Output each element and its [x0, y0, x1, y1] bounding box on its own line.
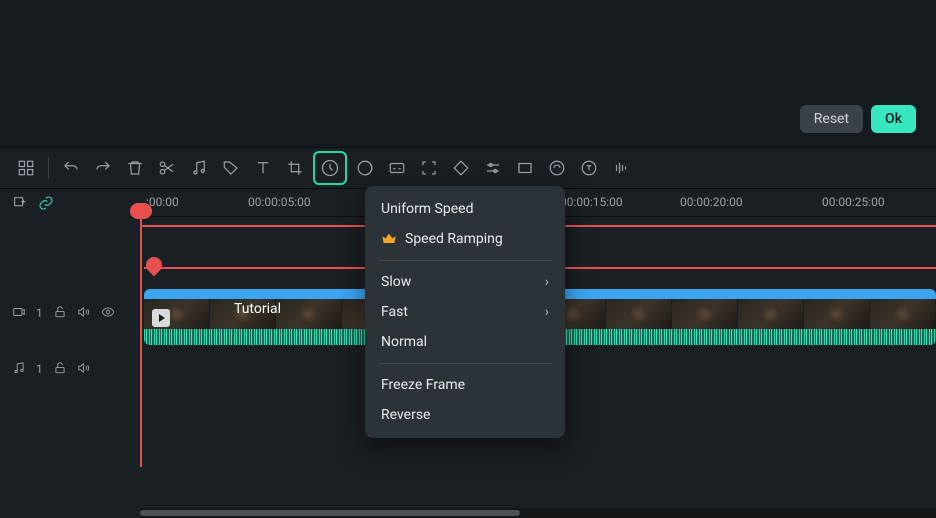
menu-normal[interactable]: Normal [365, 327, 565, 357]
reset-button[interactable]: Reset [800, 105, 863, 133]
speed-icon[interactable] [313, 151, 347, 185]
lock-icon[interactable] [53, 305, 67, 322]
menu-uniform-speed[interactable]: Uniform Speed [365, 194, 565, 224]
text-icon[interactable] [249, 154, 277, 182]
crop-icon[interactable] [281, 154, 309, 182]
menu-slow[interactable]: Slow› [365, 267, 565, 297]
track-headers: 1 1 [0, 189, 140, 518]
chevron-right-icon: › [545, 274, 549, 290]
chevron-right-icon: › [545, 304, 549, 320]
add-track-icon[interactable] [12, 195, 28, 215]
audio-fx-icon[interactable] [607, 154, 635, 182]
cut-icon[interactable] [153, 154, 181, 182]
frame-icon[interactable] [511, 154, 539, 182]
undo-icon[interactable] [57, 154, 85, 182]
link-icon[interactable] [38, 195, 54, 215]
redo-icon[interactable] [89, 154, 117, 182]
music-icon[interactable] [185, 154, 213, 182]
menu-separator [379, 363, 551, 364]
video-track-header: 1 [0, 287, 140, 339]
lock-icon[interactable] [53, 361, 67, 378]
timeline-toolbar [0, 147, 936, 189]
video-track-index: 1 [36, 306, 43, 320]
menu-separator [379, 260, 551, 261]
ok-button[interactable]: Ok [871, 105, 916, 133]
adjust-icon[interactable] [479, 154, 507, 182]
audio-track-header: 1 [0, 349, 140, 389]
mute-icon[interactable] [77, 361, 91, 378]
separator [48, 157, 49, 179]
color-icon[interactable] [351, 154, 379, 182]
audio-track-icon [12, 361, 26, 378]
keyframe-icon[interactable] [447, 154, 475, 182]
crown-icon [381, 231, 397, 247]
menu-reverse[interactable]: Reverse [365, 400, 565, 430]
clip-play-handle[interactable] [152, 309, 170, 327]
mute-icon[interactable] [77, 305, 91, 322]
text-circle-icon[interactable] [575, 154, 603, 182]
menu-freeze-frame[interactable]: Freeze Frame [365, 370, 565, 400]
ruler-mark: 00:00:20:00 [680, 195, 743, 209]
visibility-icon[interactable] [101, 305, 115, 322]
speed-context-menu: Uniform Speed Speed Ramping Slow› Fast› … [365, 186, 565, 438]
focus-icon[interactable] [415, 154, 443, 182]
ruler-mark: 00:00:05:00 [248, 195, 311, 209]
scrollbar-thumb[interactable] [140, 510, 520, 516]
video-track-icon [12, 305, 26, 322]
clip-label: Tutorial [234, 301, 281, 317]
tag-icon[interactable] [217, 154, 245, 182]
delete-icon[interactable] [121, 154, 149, 182]
preview-panel: Reset Ok [0, 0, 936, 147]
ruler-mark: 00:00:15:00 [560, 195, 623, 209]
action-bar: Reset Ok [800, 105, 916, 133]
grid-icon[interactable] [12, 154, 40, 182]
timeline-controls [0, 189, 140, 221]
ruler-mark: 00:00:25:00 [822, 195, 885, 209]
playhead[interactable] [140, 217, 142, 467]
menu-speed-ramping[interactable]: Speed Ramping [365, 224, 565, 254]
stabilize-icon[interactable] [543, 154, 571, 182]
menu-fast[interactable]: Fast› [365, 297, 565, 327]
caption-icon[interactable] [383, 154, 411, 182]
horizontal-scrollbar[interactable] [140, 508, 936, 518]
audio-track-index: 1 [36, 362, 43, 376]
